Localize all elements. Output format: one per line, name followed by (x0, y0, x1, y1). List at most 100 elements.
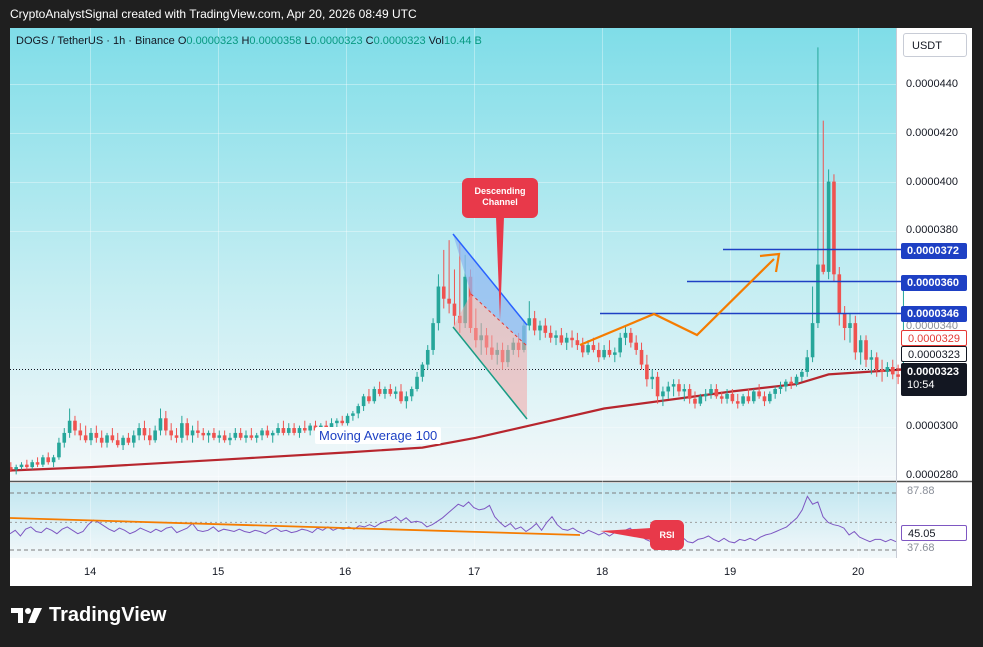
candle-body (810, 323, 815, 358)
candle-body (671, 384, 676, 387)
bar-countdown: 10:54 (907, 379, 935, 391)
candle-body (335, 420, 339, 424)
candle-body (661, 391, 665, 397)
candle-body (35, 462, 40, 465)
rsi-lower-label: 37.68 (901, 542, 967, 554)
candle-body (447, 298, 451, 304)
candle-body (260, 430, 264, 436)
candle-body (388, 389, 393, 394)
candle-body (703, 393, 708, 397)
candle-body (147, 435, 152, 441)
time-tick: 16 (339, 566, 352, 578)
candle-body (794, 376, 799, 385)
candle-body (629, 332, 633, 343)
level-label-346[interactable]: 0.0000346 (901, 306, 967, 322)
candle-body (99, 437, 104, 443)
candle-body (538, 325, 542, 331)
descending-channel-callout[interactable]: Descending Channel (462, 178, 538, 218)
candle-body (864, 340, 868, 360)
candle-body (666, 386, 671, 392)
candle-body (826, 181, 831, 272)
candle-body (142, 428, 147, 436)
candle-body (164, 418, 168, 431)
candle-body (153, 430, 157, 441)
candle-body (196, 430, 200, 433)
candle-body (768, 393, 772, 402)
time-tick: 14 (84, 566, 97, 578)
candle-body (613, 352, 617, 355)
candle-body (586, 345, 590, 353)
chart-attribution: CryptoAnalystSignal created with Trading… (10, 7, 417, 21)
volume-value: 10.44 B (443, 35, 482, 47)
candle-body (377, 389, 382, 394)
candle-body (741, 396, 745, 404)
candle-body (842, 313, 847, 328)
candle-body (30, 462, 35, 468)
candle-body (623, 332, 628, 338)
level-label-372[interactable]: 0.0000372 (901, 243, 967, 259)
chart-canvas[interactable] (10, 28, 972, 586)
candle-body (126, 437, 131, 443)
candle-body (591, 345, 596, 350)
candle-body (190, 430, 195, 436)
candle-body (735, 401, 740, 404)
price-tick: 0.0000440 (906, 78, 958, 90)
candle-body (564, 337, 569, 343)
candle-body (286, 428, 291, 433)
candle-body (78, 430, 83, 436)
candle-body (837, 274, 842, 314)
candle-body (639, 349, 644, 365)
candle-body (174, 435, 179, 438)
symbol-label[interactable]: DOGS / TetherUS · 1h · Binance (16, 35, 175, 47)
candle-body (383, 389, 387, 394)
candle-body (441, 286, 446, 299)
rsi-callout[interactable]: RSI (650, 520, 684, 550)
chart-panel[interactable]: DOGS / TetherUS · 1h · Binance O0.000032… (10, 28, 972, 586)
candle-body (751, 391, 756, 402)
candle-body (46, 457, 51, 463)
candle-body (115, 440, 120, 446)
candle-body (596, 349, 601, 358)
candle-body (773, 389, 777, 394)
candle-body (650, 376, 655, 380)
candle-body (800, 371, 804, 377)
candle-body (580, 345, 585, 353)
candle-body (238, 432, 243, 438)
candle-body (51, 457, 56, 463)
candle-body (655, 376, 660, 397)
candle-body (57, 442, 61, 458)
candle-body (415, 376, 419, 389)
candle-body (158, 418, 163, 431)
moving-average-callout[interactable]: Moving Average 100 (315, 427, 442, 444)
candle-body (340, 420, 345, 424)
level-label-360[interactable]: 0.0000360 (901, 275, 967, 291)
candle-body (351, 413, 355, 416)
candle-body (233, 432, 238, 438)
candle-body (532, 318, 537, 331)
candle-body (789, 381, 793, 385)
candle-body (222, 435, 227, 441)
candle-body (821, 264, 826, 272)
candle-body (885, 367, 890, 372)
candle-body (41, 457, 45, 465)
candle-body (276, 428, 280, 433)
candle-body (244, 435, 248, 438)
candle-body (452, 303, 457, 316)
price-tick: 0.0000420 (906, 127, 958, 139)
candle-body (73, 420, 77, 431)
candle-body (404, 396, 409, 402)
candle-body (832, 181, 836, 275)
brand-wordmark[interactable]: TradingView (49, 604, 166, 627)
candle-body (14, 467, 18, 470)
candle-body (543, 325, 548, 333)
candle-body (784, 381, 788, 387)
candle-body (10, 467, 13, 470)
candle-body (554, 335, 558, 338)
price-tick: 0.0000300 (906, 420, 958, 432)
candle-body (212, 432, 216, 438)
candle-body (137, 428, 141, 436)
main-pane-background (10, 28, 896, 481)
candle-body (607, 349, 612, 355)
currency-button[interactable]: USDT (903, 33, 967, 57)
candle-body (687, 389, 692, 399)
